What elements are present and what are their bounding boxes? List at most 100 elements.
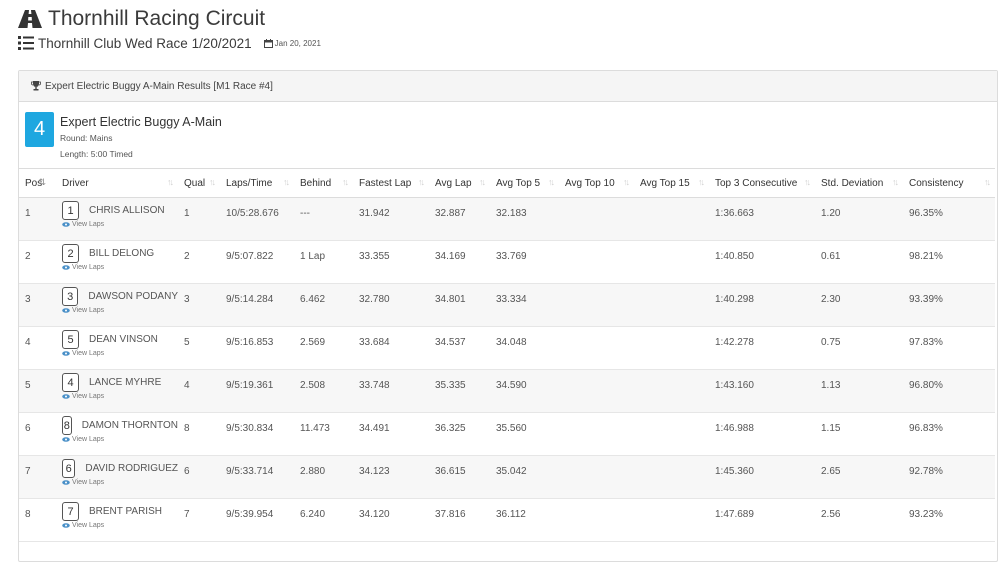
site-title[interactable]: Thornhill Racing Circuit (48, 7, 265, 31)
cell-value (565, 241, 634, 251)
cell-value: 1:42.278 (715, 337, 754, 348)
eye-icon (62, 437, 70, 442)
cell-avg-top15 (634, 369, 709, 413)
sort-icon: ↑↓ (804, 177, 811, 187)
cell-value: 34.801 (435, 294, 466, 305)
table-header-row: Pos ⇅ Driver ↑↓ Qual ↑↓ Laps/Time ↑↓ Behind ↑↓ Fas… (19, 168, 995, 198)
cell-consistency: 96.35% (903, 197, 995, 241)
column-header-top3-consecutive[interactable]: Top 3 Consecutive ↑↓ (709, 168, 815, 198)
cell-driver: 8 DAMON THORNTON View Laps (56, 412, 178, 456)
view-laps-link[interactable]: View Laps (62, 436, 178, 443)
cell-fastest-lap: 33.748 (353, 369, 429, 413)
site-title-row: Thornhill Racing Circuit (18, 6, 321, 32)
column-header-laps-time[interactable]: Laps/Time ↑↓ (220, 168, 294, 198)
column-header-label: Avg Lap (435, 177, 472, 189)
cell-value: 34.537 (435, 337, 466, 348)
event-name[interactable]: Thornhill Club Wed Race 1/20/2021 (38, 36, 252, 51)
cell-value: 11.473 (300, 423, 330, 434)
cell-value: 36.112 (496, 509, 526, 520)
table-row: 4 5 DEAN VINSON View Laps 5 9/5:16.853 2.569 33… (19, 326, 995, 370)
cell-qual: 5 (178, 326, 220, 370)
column-header-consistency[interactable]: Consistency ↑↓ (903, 168, 995, 198)
view-laps-link[interactable]: View Laps (62, 350, 178, 357)
cell-value: 36.615 (435, 466, 466, 477)
sort-icon: ↑↓ (167, 177, 174, 187)
cell-driver: 5 DEAN VINSON View Laps (56, 326, 178, 370)
cell-laps-time: 9/5:14.284 (220, 283, 294, 327)
cell-avg-top10 (559, 326, 634, 370)
cell-value: 32.887 (435, 208, 466, 219)
cell-value: 33.748 (359, 380, 390, 391)
column-header-avg-top5[interactable]: Avg Top 5 ↑↓ (490, 168, 559, 198)
cell-pos: 3 (19, 283, 56, 327)
cell-value: 7 (184, 509, 190, 520)
view-laps-link[interactable]: View Laps (62, 221, 178, 228)
cell-behind: 6.240 (294, 498, 353, 542)
cell-value: 5 (184, 337, 190, 348)
cell-avg-top10 (559, 240, 634, 284)
cell-value: 9/5:19.361 (226, 380, 274, 391)
driver-info: 6 DAVID RODRIGUEZ (62, 456, 178, 478)
cell-value: 1.20 (821, 208, 841, 219)
view-laps-link[interactable]: View Laps (62, 264, 178, 271)
cell-avg-top5: 33.769 (490, 240, 559, 284)
cell-driver: 6 DAVID RODRIGUEZ View Laps (56, 455, 178, 499)
cell-value (565, 284, 634, 294)
view-laps-link[interactable]: View Laps (62, 522, 178, 529)
table-row: 3 3 DAWSON PODANY View Laps 3 9/5:14.284 6.462… (19, 283, 995, 327)
column-header-pos[interactable]: Pos ⇅ (19, 168, 56, 198)
cell-avg-top10 (559, 369, 634, 413)
column-header-behind[interactable]: Behind ↑↓ (294, 168, 353, 198)
column-header-driver[interactable]: Driver ↑↓ (56, 168, 178, 198)
column-header-label: Avg Top 15 (640, 177, 690, 189)
cell-avg-top10 (559, 283, 634, 327)
cell-value: 31.942 (359, 208, 390, 219)
sort-icon: ↑↓ (698, 177, 705, 187)
cell-laps-time: 9/5:39.954 (220, 498, 294, 542)
sort-icon: ↑↓ (418, 177, 425, 187)
cell-top3-consecutive: 1:36.663 (709, 197, 815, 241)
car-number-badge: 2 (62, 244, 79, 263)
cell-value: 4 (25, 337, 31, 348)
cell-avg-top15 (634, 326, 709, 370)
cell-value: 1:47.689 (715, 509, 754, 520)
column-header-fastest-lap[interactable]: Fastest Lap ↑↓ (353, 168, 429, 198)
cell-consistency: 97.83% (903, 326, 995, 370)
view-laps-link[interactable]: View Laps (62, 393, 178, 400)
cell-fastest-lap: 32.780 (353, 283, 429, 327)
column-header-avg-lap[interactable]: Avg Lap ↑↓ (429, 168, 490, 198)
cell-driver: 2 BILL DELONG View Laps (56, 240, 178, 284)
view-laps-link[interactable]: View Laps (62, 479, 178, 486)
cell-value: 1:45.360 (715, 466, 754, 477)
cell-avg-top5: 35.560 (490, 412, 559, 456)
cell-value (565, 370, 634, 380)
cell-value: 3 (25, 294, 31, 305)
column-header-avg-top10[interactable]: Avg Top 10 ↑↓ (559, 168, 634, 198)
cell-avg-lap: 36.615 (429, 455, 490, 499)
view-laps-label: View Laps (72, 221, 105, 228)
table-row: 8 7 BRENT PARISH View Laps 7 9/5:39.954 6.240 3… (19, 498, 995, 542)
cell-qual: 2 (178, 240, 220, 284)
column-header-qual[interactable]: Qual ↑↓ (178, 168, 220, 198)
driver-info: 2 BILL DELONG (62, 241, 178, 263)
event-date-text: Jan 20, 2021 (274, 38, 321, 48)
view-laps-label: View Laps (72, 393, 105, 400)
cell-value: 37.816 (435, 509, 466, 520)
cell-value: 33.769 (496, 251, 527, 262)
driver-name: BILL DELONG (89, 248, 155, 259)
cell-consistency: 96.80% (903, 369, 995, 413)
column-header-std-deviation[interactable]: Std. Deviation ↑↓ (815, 168, 903, 198)
cell-value: 6.240 (300, 509, 326, 520)
table-row: 6 8 DAMON THORNTON View Laps 8 9/5:30.834 11.4… (19, 412, 995, 456)
cell-value: 9/5:16.853 (226, 337, 274, 348)
column-header-avg-top15[interactable]: Avg Top 15 ↑↓ (634, 168, 709, 198)
sort-icon: ↑↓ (623, 177, 630, 187)
eye-icon (62, 265, 70, 270)
cell-value: 8 (184, 423, 190, 434)
cell-fastest-lap: 33.355 (353, 240, 429, 284)
race-length: Length: 5:00 Timed (60, 149, 133, 159)
cell-value (640, 198, 709, 208)
view-laps-link[interactable]: View Laps (62, 307, 178, 314)
cell-std-deviation: 0.75 (815, 326, 903, 370)
cell-avg-top5: 33.334 (490, 283, 559, 327)
